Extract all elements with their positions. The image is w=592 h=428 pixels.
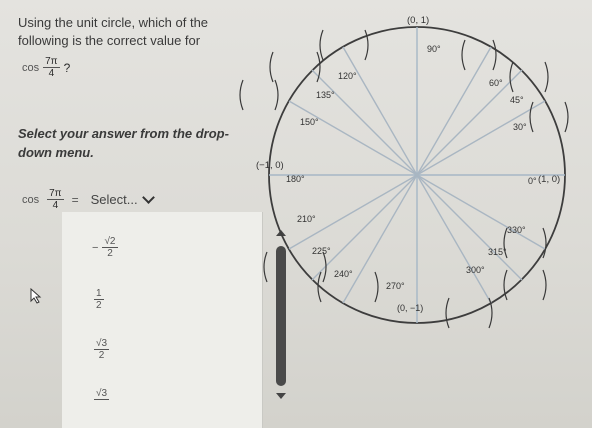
answer-cos-label: cos: [22, 193, 40, 206]
dropdown-option[interactable]: − √2 2: [92, 236, 120, 259]
option-fraction: √3 2: [94, 338, 110, 361]
degree-0: 0°: [528, 176, 537, 186]
degree-120: 120°: [338, 71, 357, 81]
question-text: Using the unit circle, which of the foll…: [18, 15, 209, 48]
answer-fraction: 7π 4: [47, 188, 64, 211]
option-numerator: √3: [94, 388, 110, 400]
option-numerator: √3: [94, 338, 110, 350]
option-fraction: 1 2: [94, 288, 104, 311]
answer-row: cos 7π 4 = Select...: [22, 188, 159, 211]
degree-270: 270°: [386, 281, 405, 291]
option-denominator: 2: [96, 300, 102, 311]
degree-150: 150°: [300, 117, 319, 127]
degree-45: 45°: [510, 95, 524, 105]
point-bottom: (0, −1): [397, 303, 423, 313]
point-top: (0, 1): [407, 15, 429, 26]
dropdown-option[interactable]: 1 2: [92, 288, 106, 311]
question-expression: cos 7π 4 ?: [22, 56, 70, 79]
cos-label: cos: [22, 61, 40, 74]
answer-fraction-denominator: 4: [52, 200, 59, 211]
degree-240: 240°: [334, 269, 353, 279]
option-fraction: √2 2: [102, 236, 118, 259]
instruction-text: Select your answer from the drop-down me…: [18, 126, 229, 160]
degree-330: 330°: [507, 225, 526, 235]
degree-135: 135°: [316, 90, 335, 100]
mouse-cursor-icon: [30, 288, 42, 304]
option-numerator: 1: [94, 288, 104, 300]
equals-sign: =: [71, 192, 79, 207]
select-label: Select...: [90, 192, 138, 207]
fraction-denominator: 4: [48, 68, 55, 79]
degree-30: 30°: [513, 122, 527, 132]
degree-300: 300°: [466, 265, 485, 275]
point-left: (−1, 0): [256, 160, 284, 171]
option-sign: −: [92, 241, 99, 254]
option-numerator: √2: [102, 236, 118, 248]
answer-select[interactable]: Select...: [85, 190, 159, 209]
degree-180: 180°: [286, 174, 305, 184]
degree-60: 60°: [489, 78, 503, 88]
option-denominator: 2: [107, 248, 113, 259]
answer-fraction-numerator: 7π: [47, 188, 64, 200]
question-fraction: 7π 4: [43, 56, 60, 79]
question-mark: ?: [63, 60, 71, 75]
degree-90: 90°: [427, 44, 441, 54]
unit-circle-lines: [268, 26, 566, 324]
chevron-down-icon: [141, 191, 155, 204]
unit-circle-diagram: 90° 60° 45° 30° 0° 330° 315° 300° 270° 2…: [239, 15, 569, 329]
point-right: (1, 0): [538, 174, 560, 185]
option-denominator: 2: [98, 350, 105, 361]
dropdown-option[interactable]: √3 2: [92, 338, 111, 361]
degree-225: 225°: [312, 246, 331, 256]
degree-210: 210°: [297, 214, 316, 224]
fraction-numerator: 7π: [43, 56, 60, 68]
option-fraction: √3: [94, 388, 110, 400]
dropdown-option[interactable]: √3: [92, 388, 111, 400]
